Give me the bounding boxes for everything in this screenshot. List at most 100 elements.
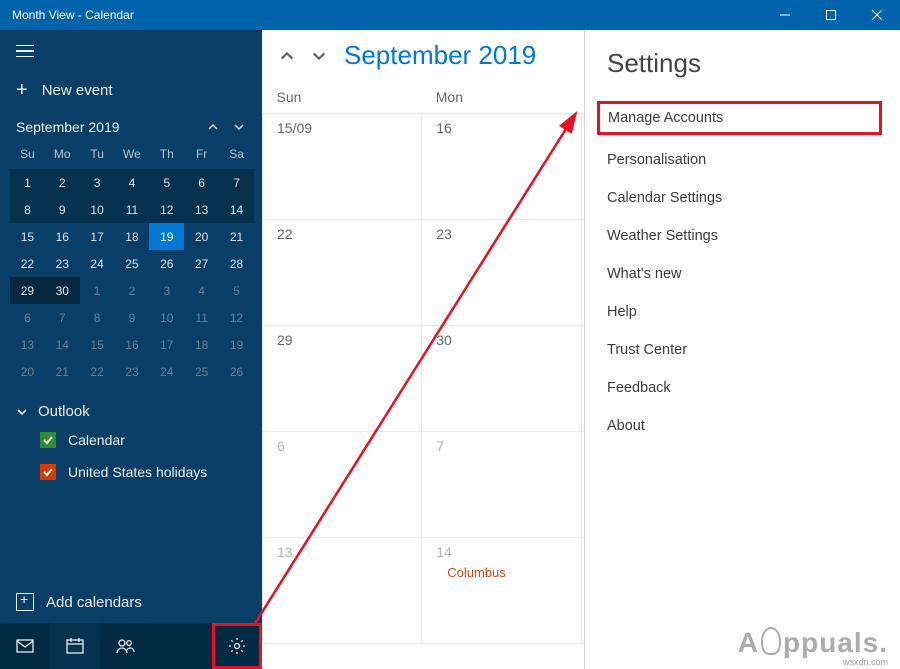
day-cell[interactable]: 23 xyxy=(422,219,581,325)
settings-item-trust-center[interactable]: Trust Center xyxy=(607,331,878,369)
mini-day-cell[interactable]: 28 xyxy=(219,250,254,277)
mini-day-cell[interactable]: 10 xyxy=(149,304,184,331)
mini-day-cell[interactable]: 22 xyxy=(10,250,45,277)
mini-day-cell[interactable]: 7 xyxy=(45,304,80,331)
mini-day-cell[interactable]: 18 xyxy=(184,331,219,358)
mini-day-cell[interactable]: 24 xyxy=(149,358,184,385)
mini-calendar[interactable]: SuMoTuWeThFrSa 1234567891011121314151617… xyxy=(10,142,254,385)
mini-day-cell[interactable]: 9 xyxy=(45,196,80,223)
mini-day-cell[interactable]: 16 xyxy=(115,331,150,358)
minimize-button[interactable] xyxy=(762,0,808,30)
new-event-button[interactable]: + New event xyxy=(16,80,246,100)
mini-day-cell[interactable]: 27 xyxy=(184,250,219,277)
mini-day-cell[interactable]: 13 xyxy=(184,196,219,223)
mini-day-cell[interactable]: 25 xyxy=(115,250,150,277)
mini-day-cell[interactable]: 20 xyxy=(10,358,45,385)
day-cell[interactable]: 30 xyxy=(422,325,581,431)
next-month-button[interactable] xyxy=(308,45,330,67)
mini-day-cell[interactable]: 23 xyxy=(45,250,80,277)
mini-day-cell[interactable]: 14 xyxy=(45,331,80,358)
mini-day-cell[interactable]: 8 xyxy=(80,304,115,331)
mini-day-cell[interactable]: 13 xyxy=(10,331,45,358)
settings-title: Settings xyxy=(607,48,878,79)
mini-day-cell[interactable]: 1 xyxy=(80,277,115,304)
mini-day-cell[interactable]: 5 xyxy=(219,277,254,304)
mini-day-cell[interactable]: 18 xyxy=(115,223,150,250)
event-pill[interactable]: Columbus xyxy=(436,564,514,581)
mini-day-cell[interactable]: 29 xyxy=(10,277,45,304)
day-cell[interactable]: 29 xyxy=(263,325,422,431)
settings-item-help[interactable]: Help xyxy=(607,293,878,331)
calendar-toggle-row[interactable]: United States holidays xyxy=(0,456,262,488)
mini-day-cell[interactable]: 15 xyxy=(10,223,45,250)
hamburger-icon[interactable] xyxy=(16,40,38,62)
mini-day-cell[interactable]: 2 xyxy=(45,169,80,196)
day-cell[interactable]: 13 xyxy=(263,537,422,643)
mini-day-cell[interactable]: 2 xyxy=(115,277,150,304)
settings-button[interactable] xyxy=(212,623,262,669)
mini-day-cell[interactable]: 6 xyxy=(10,304,45,331)
mini-day-cell[interactable]: 10 xyxy=(80,196,115,223)
mini-day-cell[interactable]: 26 xyxy=(149,250,184,277)
checkbox-icon[interactable] xyxy=(40,464,56,480)
mini-day-cell[interactable]: 20 xyxy=(184,223,219,250)
day-cell[interactable]: 22 xyxy=(263,219,422,325)
maximize-button[interactable] xyxy=(808,0,854,30)
mini-day-cell[interactable]: 9 xyxy=(115,304,150,331)
account-outlook[interactable]: Outlook xyxy=(0,395,262,424)
mini-day-cell[interactable]: 3 xyxy=(80,169,115,196)
people-button[interactable] xyxy=(100,623,150,669)
mini-day-cell[interactable]: 7 xyxy=(219,169,254,196)
settings-item-what-s-new[interactable]: What's new xyxy=(607,255,878,293)
mini-day-cell[interactable]: 6 xyxy=(184,169,219,196)
calendar-toggle-row[interactable]: Calendar xyxy=(0,424,262,456)
mini-day-cell[interactable]: 12 xyxy=(149,196,184,223)
close-button[interactable] xyxy=(854,0,900,30)
mini-day-cell[interactable]: 3 xyxy=(149,277,184,304)
settings-item-calendar-settings[interactable]: Calendar Settings xyxy=(607,179,878,217)
mini-day-cell[interactable]: 15 xyxy=(80,331,115,358)
settings-item-personalisation[interactable]: Personalisation xyxy=(607,141,878,179)
mini-day-cell[interactable]: 11 xyxy=(184,304,219,331)
window-title: Month View - Calendar xyxy=(0,8,762,22)
add-calendars-button[interactable]: Add calendars xyxy=(0,579,262,623)
day-cell[interactable]: 16 xyxy=(422,113,581,219)
mini-day-cell[interactable]: 25 xyxy=(184,358,219,385)
day-cell[interactable]: 6 xyxy=(263,431,422,537)
mini-month-label: September 2019 xyxy=(16,119,120,135)
checkbox-icon[interactable] xyxy=(40,432,56,448)
mini-day-cell[interactable]: 21 xyxy=(45,358,80,385)
mini-day-cell[interactable]: 24 xyxy=(80,250,115,277)
settings-item-manage-accounts[interactable]: Manage Accounts xyxy=(597,101,882,135)
mini-day-cell[interactable]: 17 xyxy=(149,331,184,358)
mini-day-cell[interactable]: 14 xyxy=(219,196,254,223)
mini-day-cell[interactable]: 16 xyxy=(45,223,80,250)
mini-day-cell[interactable]: 11 xyxy=(115,196,150,223)
mini-day-cell[interactable]: 22 xyxy=(80,358,115,385)
mini-day-cell[interactable]: 23 xyxy=(115,358,150,385)
mini-day-cell[interactable]: 1 xyxy=(10,169,45,196)
mini-day-cell[interactable]: 4 xyxy=(115,169,150,196)
mini-day-cell[interactable]: 30 xyxy=(45,277,80,304)
settings-item-about[interactable]: About xyxy=(607,407,878,445)
settings-item-weather-settings[interactable]: Weather Settings xyxy=(607,217,878,255)
mini-day-cell[interactable]: 26 xyxy=(219,358,254,385)
mini-day-cell[interactable]: 21 xyxy=(219,223,254,250)
settings-item-feedback[interactable]: Feedback xyxy=(607,369,878,407)
mini-day-cell[interactable]: 8 xyxy=(10,196,45,223)
mini-day-cell[interactable]: 12 xyxy=(219,304,254,331)
calendar-button[interactable] xyxy=(50,623,100,669)
mini-next-month[interactable] xyxy=(230,118,248,136)
mail-button[interactable] xyxy=(0,623,50,669)
day-cell[interactable]: 7 xyxy=(422,431,581,537)
day-cell[interactable]: 14Columbus xyxy=(422,537,581,643)
mini-day-cell[interactable]: 4 xyxy=(184,277,219,304)
mini-day-cell[interactable]: 5 xyxy=(149,169,184,196)
mini-day-cell[interactable]: 19 xyxy=(219,331,254,358)
mini-day-cell[interactable]: 19 xyxy=(149,223,184,250)
prev-month-button[interactable] xyxy=(276,45,298,67)
mini-prev-month[interactable] xyxy=(204,118,222,136)
mini-day-cell[interactable]: 17 xyxy=(80,223,115,250)
sidebar: + New event September 2019 SuMoTuWeThFrS… xyxy=(0,30,262,669)
day-cell[interactable]: 15/09 xyxy=(263,113,422,219)
